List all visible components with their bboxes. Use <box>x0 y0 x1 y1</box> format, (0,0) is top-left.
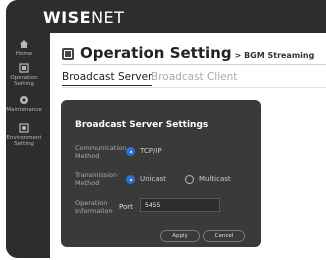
panel-title: Broadcast Server Settings <box>75 120 209 130</box>
logo-bold: WISE <box>43 8 92 27</box>
sidebar-item-maintenance[interactable]: Maintenance <box>6 95 42 113</box>
sidebar-item-environment-setting[interactable]: Environment Setting <box>6 123 42 147</box>
radio-unicast-label: Unicast <box>140 175 167 183</box>
operation-setting-icon <box>19 63 29 73</box>
port-label: Port <box>119 203 133 211</box>
operation-information-label: Operation Information <box>75 199 113 215</box>
radio-unicast[interactable] <box>126 175 135 184</box>
title-divider <box>62 64 326 65</box>
page-title-text: Operation Setting <box>80 44 232 62</box>
logo-light: NET <box>91 8 125 27</box>
page-title: Operation Setting > BGM Streaming <box>80 44 314 62</box>
radio-multicast-label: Multicast <box>199 175 231 183</box>
apply-button[interactable]: Apply <box>160 230 200 242</box>
wisenet-logo[interactable]: WISENET <box>43 8 124 27</box>
page-breadcrumb: > BGM Streaming <box>234 51 315 60</box>
tab-broadcast-client[interactable]: Broadcast Client <box>151 71 237 83</box>
communication-method-label: Communication Method <box>75 144 127 160</box>
top-bar: WISENET <box>6 0 326 33</box>
home-icon <box>20 40 28 48</box>
radio-multicast[interactable] <box>185 175 194 184</box>
sidebar-item-label: Operation Setting <box>10 75 38 87</box>
page-title-icon <box>62 48 74 60</box>
sidebar-item-operation-setting[interactable]: Operation Setting <box>6 63 42 87</box>
port-input[interactable] <box>140 198 220 212</box>
sidebar-item-label: Home <box>15 51 33 57</box>
maintenance-icon <box>20 96 28 104</box>
tab-broadcast-server[interactable]: Broadcast Server <box>62 71 153 86</box>
broadcast-server-settings-panel: Broadcast Server Settings Communication … <box>61 100 261 247</box>
sidebar: Home Operation Setting Maintenance Envir… <box>6 33 42 258</box>
cancel-button[interactable]: Cancel <box>203 230 245 242</box>
radio-tcpip[interactable] <box>126 147 135 156</box>
sidebar-item-home[interactable]: Home <box>6 39 42 57</box>
sidebar-item-label: Maintenance <box>6 107 42 113</box>
tab-divider <box>62 87 326 88</box>
environment-setting-icon <box>19 123 29 133</box>
sidebar-item-label: Environment Setting <box>6 135 42 147</box>
transmission-method-label: Transmission Method <box>75 171 117 187</box>
radio-tcpip-label: TCP/IP <box>140 147 162 155</box>
